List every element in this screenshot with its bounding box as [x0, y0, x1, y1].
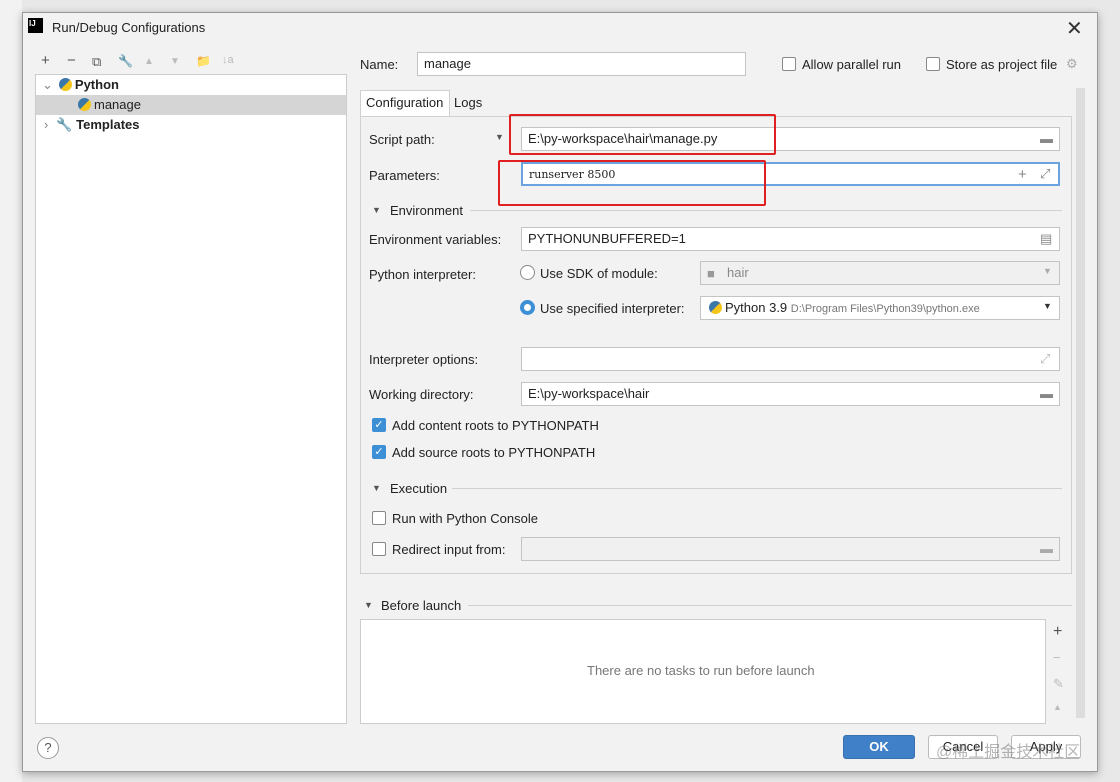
python-icon	[58, 78, 72, 91]
config-tree: ⌄ Python manage › 🔧 Templates	[35, 74, 347, 724]
tab-logs[interactable]: Logs	[454, 95, 482, 110]
tree-item-templates[interactable]: › 🔧 Templates	[36, 115, 346, 135]
env-vars-label: Environment variables:	[369, 232, 502, 247]
allow-parallel-label: Allow parallel run	[802, 57, 901, 72]
working-dir-label: Working directory:	[369, 387, 474, 402]
scrollbar[interactable]	[1076, 88, 1085, 718]
folder-icon[interactable]: ▬	[1040, 541, 1053, 556]
source-roots-label: Add source roots to PYTHONPATH	[392, 445, 596, 460]
name-label: Name:	[360, 57, 399, 72]
dropdown-icon[interactable]: ▼	[1043, 266, 1052, 276]
interpreter-options-input[interactable]	[521, 347, 1060, 371]
intellij-logo-icon: IJ	[28, 18, 43, 33]
before-launch-section: Before launch	[381, 598, 462, 613]
redirect-input-checkbox[interactable]	[372, 542, 386, 556]
working-dir-input[interactable]: E:\py-workspace\hair	[521, 382, 1060, 406]
highlight-parameters	[498, 160, 766, 206]
store-project-label: Store as project file	[946, 57, 1058, 72]
module-icon: ■	[707, 266, 715, 281]
collapse-icon[interactable]: ▼	[372, 483, 381, 493]
python-console-label: Run with Python Console	[392, 511, 538, 526]
add-icon[interactable]: +	[41, 52, 50, 69]
chevron-down-icon[interactable]: ⌄	[42, 77, 53, 92]
environment-section: Environment	[390, 203, 463, 218]
remove-task-icon[interactable]: −	[1053, 650, 1061, 665]
execution-section: Execution	[390, 481, 448, 496]
expand-icon[interactable]: ⤢	[1040, 351, 1050, 367]
help-button[interactable]: ?	[37, 737, 59, 759]
highlight-script-path	[509, 114, 776, 155]
folder-add-icon[interactable]: 📁	[196, 54, 211, 68]
wrench-icon[interactable]: 🔧	[118, 54, 133, 68]
before-launch-empty: There are no tasks to run before launch	[587, 663, 815, 678]
env-vars-input[interactable]: PYTHONUNBUFFERED=1	[521, 227, 1060, 251]
watermark: @稀土掘金技术社区	[936, 744, 1081, 761]
collapse-icon[interactable]: ▼	[364, 600, 373, 610]
sort-icon[interactable]: ↓a	[222, 54, 234, 66]
wrench-icon: 🔧	[56, 117, 73, 132]
copy-icon[interactable]: ⧉	[92, 54, 101, 70]
sdk-radio[interactable]	[520, 265, 535, 280]
move-down-icon[interactable]: ▼	[170, 56, 180, 67]
move-up-icon[interactable]: ▲	[1053, 702, 1062, 712]
add-icon[interactable]: +	[1018, 166, 1027, 183]
list-icon[interactable]: ▤	[1040, 231, 1052, 247]
chevron-right-icon[interactable]: ›	[44, 117, 48, 132]
tab-configuration[interactable]: Configuration	[360, 90, 450, 117]
close-icon[interactable]: ✕	[1066, 16, 1083, 41]
redirect-input-label: Redirect input from:	[392, 542, 506, 557]
redirect-input-field[interactable]	[521, 537, 1060, 561]
specified-interpreter-label: Use specified interpreter:	[540, 301, 685, 316]
sdk-select[interactable]: hair	[700, 261, 1060, 285]
folder-icon[interactable]: ▬	[1040, 386, 1053, 401]
dialog-title: Run/Debug Configurations	[52, 20, 206, 35]
collapse-icon[interactable]: ▼	[372, 205, 381, 215]
python-icon	[709, 301, 722, 314]
interpreter-options-label: Interpreter options:	[369, 352, 479, 367]
python-console-checkbox[interactable]	[372, 511, 386, 525]
dropdown-icon[interactable]: ▼	[495, 132, 504, 142]
specified-interpreter-radio[interactable]	[520, 300, 535, 315]
content-roots-checkbox[interactable]: ✓	[372, 418, 386, 432]
parameters-label: Parameters:	[369, 168, 440, 183]
interpreter-label: Python interpreter:	[369, 267, 476, 282]
store-project-checkbox[interactable]	[926, 57, 940, 71]
folder-icon[interactable]: ▬	[1040, 131, 1053, 146]
tree-item-manage[interactable]: manage	[36, 95, 346, 115]
source-roots-checkbox[interactable]: ✓	[372, 445, 386, 459]
expand-icon[interactable]: ⤢	[1040, 166, 1050, 182]
ok-button[interactable]: OK	[843, 735, 915, 759]
dropdown-icon[interactable]: ▼	[1043, 301, 1052, 311]
move-up-icon[interactable]: ▲	[144, 56, 154, 67]
edit-task-icon[interactable]: ✎	[1053, 676, 1064, 692]
gear-icon[interactable]: ⚙	[1066, 56, 1078, 72]
name-input[interactable]: manage	[417, 52, 746, 76]
script-path-label: Script path:	[369, 132, 435, 147]
add-task-icon[interactable]: +	[1053, 623, 1062, 641]
tree-item-python[interactable]: ⌄ Python	[36, 75, 346, 95]
content-roots-label: Add content roots to PYTHONPATH	[392, 418, 599, 433]
sdk-label: Use SDK of module:	[540, 266, 658, 281]
remove-icon[interactable]: −	[67, 52, 76, 69]
background-editor	[0, 0, 22, 782]
interpreter-select[interactable]: Python 3.9 D:\Program Files\Python39\pyt…	[700, 296, 1060, 320]
python-icon	[78, 98, 91, 111]
allow-parallel-checkbox[interactable]	[782, 57, 796, 71]
